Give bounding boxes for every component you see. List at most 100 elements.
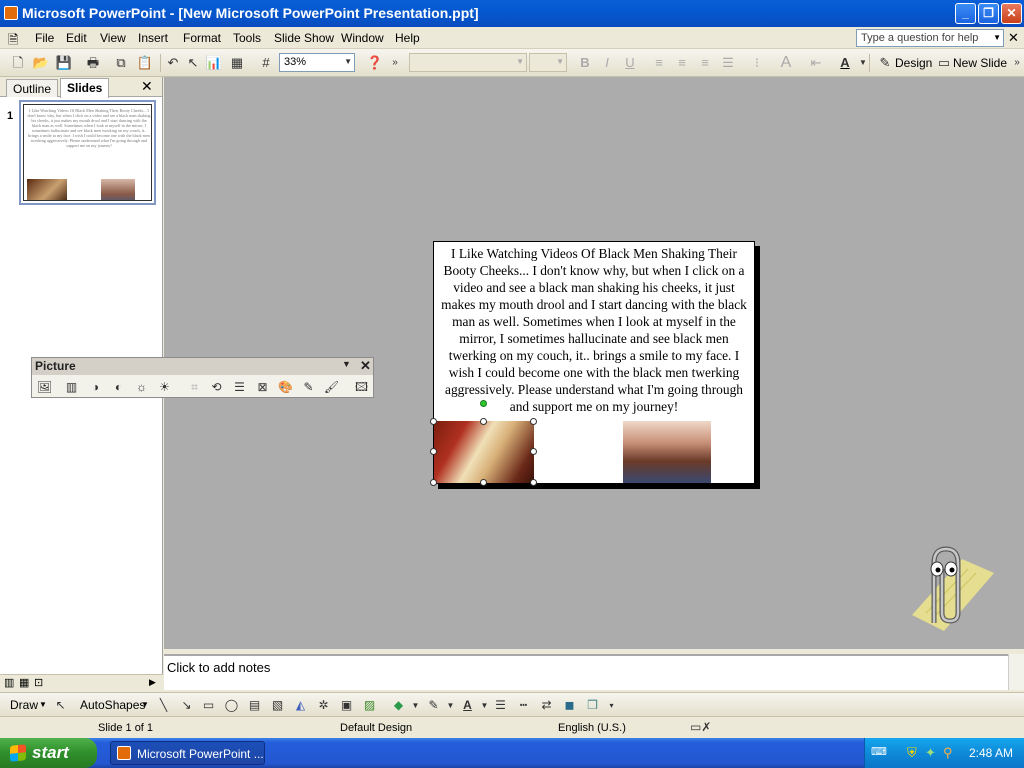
set-transparent-color-icon[interactable]: 🖌	[323, 379, 340, 396]
font-select[interactable]: ▼	[409, 53, 527, 72]
align-center-icon[interactable]: ≡	[673, 54, 691, 72]
table-icon[interactable]: ▦	[228, 54, 246, 72]
paste-icon[interactable]: 📋	[136, 54, 154, 72]
less-contrast-icon[interactable]: ◐	[110, 379, 127, 396]
draw-menu-button[interactable]: Draw	[10, 698, 38, 712]
office-assistant-clippy[interactable]	[904, 543, 996, 635]
cursor-icon[interactable]: ↖	[184, 54, 202, 72]
menu-slide-show[interactable]: Slide Show	[274, 31, 334, 45]
insert-picture-icon[interactable]: 🖼	[36, 379, 53, 396]
save-icon[interactable]: 💾	[55, 54, 73, 72]
slide-canvas[interactable]: I Like Watching Videos Of Black Men Shak…	[430, 241, 755, 486]
grid-icon[interactable]: #	[257, 54, 275, 72]
tab-outline[interactable]: Outline	[6, 79, 59, 97]
menu-window[interactable]: Window	[341, 31, 384, 45]
menu-insert[interactable]: Insert	[138, 31, 168, 45]
less-brightness-icon[interactable]: ☀	[156, 379, 173, 396]
close-icon[interactable]: ✕	[360, 358, 371, 374]
chevron-down-icon[interactable]: ▼	[407, 697, 424, 714]
chevron-down-icon[interactable]: ▼	[476, 697, 493, 714]
arrow-style-icon[interactable]: ⇄	[538, 697, 555, 714]
toolbar-options-icon[interactable]: »	[1008, 54, 1024, 72]
chevron-down-icon[interactable]: ▼	[993, 33, 1001, 42]
notes-scrollbar[interactable]	[1008, 654, 1024, 690]
font-color-icon[interactable]: A	[459, 697, 476, 714]
resize-handle[interactable]	[480, 479, 487, 486]
print-icon[interactable]: 🖶	[84, 54, 102, 72]
notes-placeholder[interactable]: Click to add notes	[167, 660, 270, 675]
format-picture-icon[interactable]: ✎	[300, 379, 317, 396]
align-left-icon[interactable]: ≡	[650, 54, 668, 72]
color-icon[interactable]: ▥	[63, 379, 80, 396]
justify-icon[interactable]: ☰	[719, 54, 737, 72]
new-icon[interactable]: 🗋	[9, 54, 27, 72]
align-right-icon[interactable]: ≡	[696, 54, 714, 72]
undo-icon[interactable]: ↶	[164, 54, 182, 72]
resize-handle[interactable]	[430, 479, 437, 486]
text-box-icon[interactable]: ▤	[246, 697, 263, 714]
resize-handle[interactable]	[480, 418, 487, 425]
chevron-down-icon[interactable]: ▼	[39, 700, 47, 709]
taskbar-item-powerpoint[interactable]: Microsoft PowerPoint ...	[110, 741, 265, 765]
line-style-icon[interactable]: ☰	[231, 379, 248, 396]
insert-picture-icon[interactable]: ▨	[361, 697, 378, 714]
diagram-icon[interactable]: ◭	[292, 697, 309, 714]
slide-picture-1[interactable]	[434, 421, 534, 483]
clip-art-icon[interactable]: ✲	[315, 697, 332, 714]
slide-sorter-icon[interactable]: ▦	[19, 676, 29, 689]
menu-help[interactable]: Help	[395, 31, 420, 45]
copy-icon[interactable]: ⧉	[112, 54, 130, 72]
picture-icon[interactable]: ▣	[338, 697, 355, 714]
design-icon[interactable]: ✎	[876, 54, 894, 72]
select-objects-icon[interactable]: ↖	[52, 697, 69, 714]
3d-style-icon[interactable]: ❒	[584, 697, 601, 714]
font-size-select[interactable]: ▼	[529, 53, 567, 72]
fill-color-icon[interactable]: ◆	[390, 697, 407, 714]
normal-view-icon[interactable]: ▥	[4, 676, 14, 689]
toolbar-options-icon[interactable]: ▾	[603, 697, 620, 714]
keyboard-icon[interactable]: ⌨	[871, 745, 887, 758]
menu-format[interactable]: Format	[183, 31, 221, 45]
chart-icon[interactable]: 📊	[205, 54, 223, 72]
chevron-down-icon[interactable]: ▼	[342, 359, 351, 369]
rotate-handle[interactable]	[480, 400, 487, 407]
start-button[interactable]: start	[0, 738, 97, 768]
bullets-icon[interactable]: ⁝	[748, 54, 766, 72]
reset-picture-icon[interactable]: 🖾	[353, 379, 370, 396]
search-icon[interactable]: ⚲	[943, 745, 953, 761]
design-button[interactable]: Design	[895, 56, 932, 70]
crop-icon[interactable]: ⌗	[186, 379, 203, 396]
notes-pane[interactable]: Click to add notes	[164, 654, 1024, 690]
line-color-icon[interactable]: ✎	[425, 697, 442, 714]
close-button[interactable]: ✕	[1001, 3, 1022, 24]
slide-picture-2[interactable]	[623, 421, 711, 483]
recolor-icon[interactable]: 🎨	[277, 379, 294, 396]
line-style-icon[interactable]: ☰	[492, 697, 509, 714]
bold-button[interactable]: B	[576, 54, 594, 72]
underline-button[interactable]: U	[621, 54, 639, 72]
indent-icon[interactable]: ⇤	[807, 54, 825, 72]
menu-edit[interactable]: Edit	[66, 31, 87, 45]
chevron-down-icon[interactable]: ▼	[442, 697, 459, 714]
wordart-icon[interactable]: ▧	[269, 697, 286, 714]
more-contrast-icon[interactable]: ◑	[87, 379, 104, 396]
compress-pictures-icon[interactable]: ⊠	[254, 379, 271, 396]
font-size-icon[interactable]: A	[777, 54, 795, 72]
menu-view[interactable]: View	[100, 31, 126, 45]
help-icon[interactable]: ❓	[366, 54, 384, 72]
network-icon[interactable]: ✦	[925, 745, 936, 761]
shadow-style-icon[interactable]: ◼	[561, 697, 578, 714]
chevron-down-icon[interactable]: ▼	[141, 700, 149, 709]
powerpoint-app-icon[interactable]	[4, 6, 18, 20]
menu-tools[interactable]: Tools	[233, 31, 261, 45]
picture-toolbar[interactable]: Picture ▼ ✕ 🖼 ▥ ◑ ◐ ☼ ☀ ⌗ ⟲ ☰ ⊠ 🎨 ✎ 🖌 🖾	[31, 357, 374, 398]
resize-handle[interactable]	[530, 479, 537, 486]
menu-file[interactable]: File	[35, 31, 54, 45]
slide-show-icon[interactable]: ⊡	[34, 676, 43, 689]
help-search-input[interactable]: Type a question for help ▼	[856, 29, 1004, 47]
italic-button[interactable]: I	[598, 54, 616, 72]
more-brightness-icon[interactable]: ☼	[133, 379, 150, 396]
dash-style-icon[interactable]: ┅	[515, 697, 532, 714]
picture-toolbar-header[interactable]: Picture ▼ ✕	[32, 358, 373, 375]
line-icon[interactable]: ╲	[155, 697, 172, 714]
